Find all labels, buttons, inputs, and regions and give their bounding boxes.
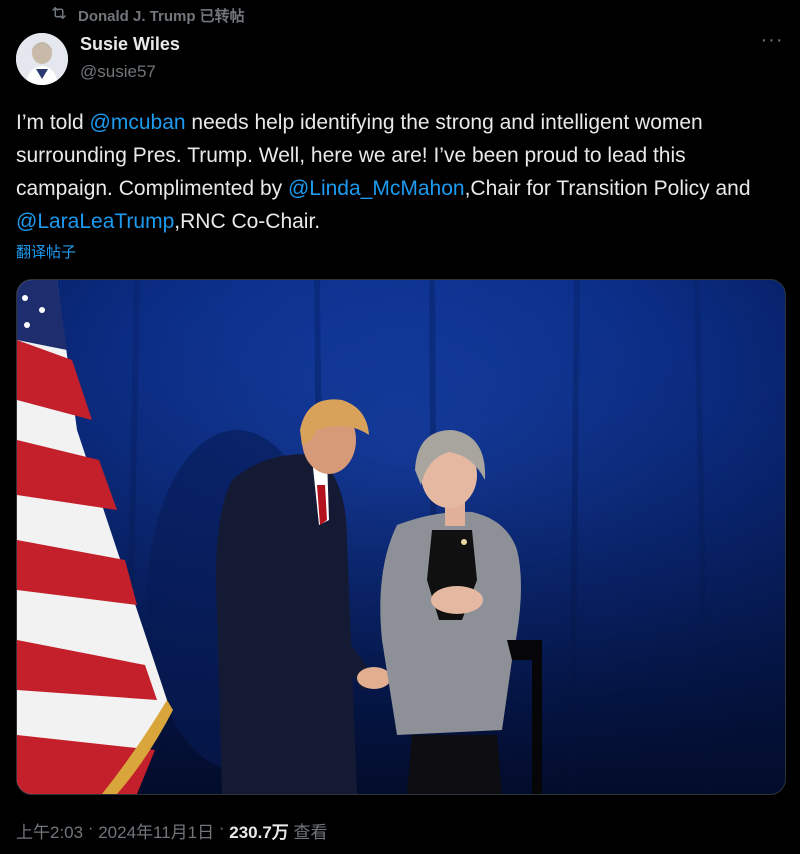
mention-link[interactable]: @Linda_McMahon	[288, 177, 465, 200]
tweet-text-segment: I’m told	[16, 111, 90, 134]
author-name[interactable]: Susie Wiles	[80, 34, 180, 55]
separator: ·	[83, 818, 99, 837]
post-metadata: 上午2:03 · 2024年11月1日 · 230.7万 查看	[16, 818, 328, 843]
separator: ·	[214, 818, 230, 837]
avatar[interactable]	[16, 33, 68, 85]
repost-indicator[interactable]: Donald J. Trump 已转帖	[50, 4, 245, 26]
tweet-text-segment: ,RNC Co-Chair.	[174, 210, 321, 233]
tweet-text: I’m told @mcuban needs help identifying …	[16, 106, 776, 238]
mention-link[interactable]: @LaraLeaTrump	[16, 210, 174, 233]
post-time[interactable]: 上午2:03	[16, 818, 83, 843]
tweet-photo[interactable]	[16, 279, 786, 795]
repost-icon	[50, 4, 68, 26]
post-date[interactable]: 2024年11月1日	[98, 818, 214, 843]
author-handle[interactable]: @susie57	[80, 62, 156, 82]
more-icon[interactable]: ···	[760, 30, 784, 54]
view-label: 查看	[288, 823, 328, 842]
mention-link[interactable]: @mcuban	[90, 111, 186, 134]
repost-label: Donald J. Trump 已转帖	[78, 7, 245, 25]
view-count[interactable]: 230.7万	[229, 818, 289, 843]
tweet-text-segment: ,Chair for Transition Policy and	[464, 177, 751, 200]
translate-post-link[interactable]: 翻译帖子	[16, 241, 76, 262]
